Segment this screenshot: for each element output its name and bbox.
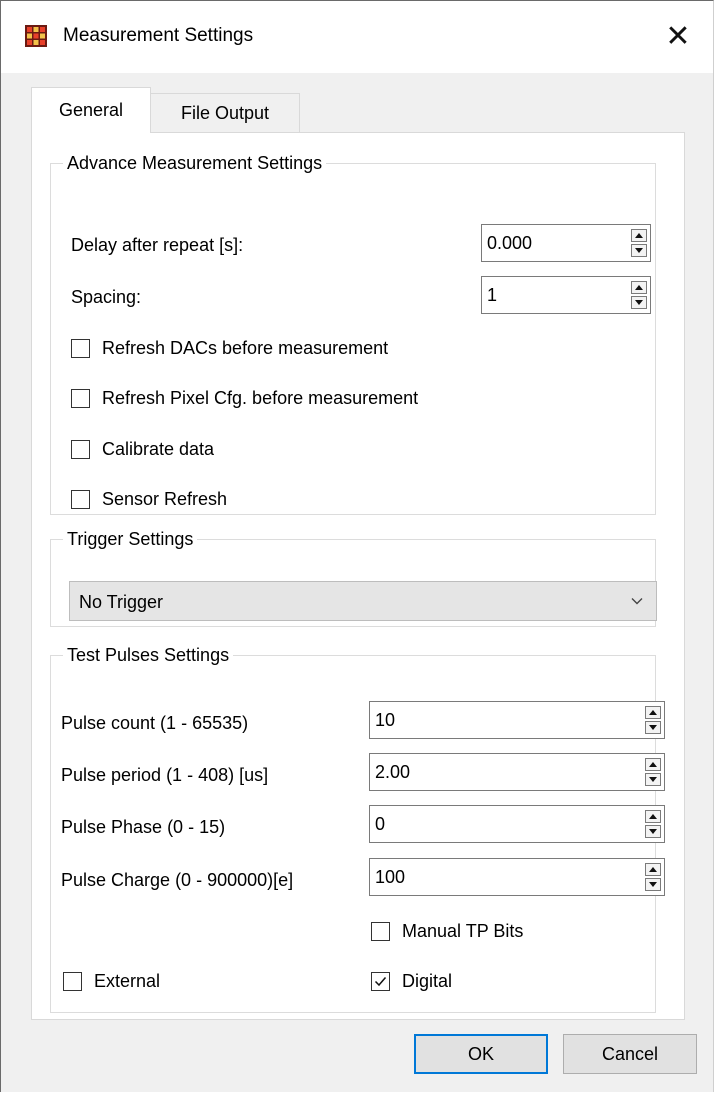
external-checkbox[interactable]: External (63, 971, 160, 992)
chevron-down-icon (631, 598, 643, 605)
advance-measurement-group: Advance Measurement Settings Delay after… (50, 153, 656, 515)
pulse-charge-spinbox[interactable]: 100 (369, 858, 665, 896)
window-title: Measurement Settings (63, 25, 254, 46)
refresh-pixel-cfg-checkbox[interactable]: Refresh Pixel Cfg. before measurement (71, 388, 418, 409)
arrow-down-icon (649, 777, 657, 782)
calibrate-data-checkbox[interactable]: Calibrate data (71, 439, 214, 460)
pulse-phase-label: Pulse Phase (0 - 15) (61, 817, 226, 837)
spacing-value: 1 (487, 285, 498, 305)
spin-down-button[interactable] (645, 825, 661, 838)
pulse-period-value: 2.00 (375, 762, 411, 782)
refresh-dacs-checkbox[interactable]: Refresh DACs before measurement (71, 338, 388, 359)
spin-up-button[interactable] (645, 810, 661, 823)
manual-tp-bits-checkbox[interactable]: Manual TP Bits (371, 921, 523, 942)
checkbox-label: External (94, 971, 161, 991)
close-icon: ✕ (665, 19, 691, 53)
arrow-down-icon (635, 248, 643, 253)
grid-app-icon (25, 25, 47, 47)
tab-label: File Output (180, 103, 270, 123)
pulse-period-spinbox[interactable]: 2.00 (369, 753, 665, 791)
checkbox-box[interactable] (371, 922, 390, 941)
pulse-phase-spinbox[interactable]: 0 (369, 805, 665, 843)
dialog-window: Measurement Settings ✕ General File Outp… (0, 0, 714, 1092)
checkbox-box[interactable] (71, 389, 90, 408)
spin-up-button[interactable] (645, 758, 661, 771)
arrow-up-icon (649, 762, 657, 767)
checkbox-box[interactable] (371, 972, 390, 991)
checkbox-box[interactable] (71, 440, 90, 459)
pulse-charge-label: Pulse Charge (0 - 900000)[e] (61, 870, 294, 890)
checkbox-label: Sensor Refresh (102, 489, 228, 509)
spin-down-button[interactable] (631, 244, 647, 257)
pulse-count-value: 10 (375, 710, 396, 730)
digital-checkbox[interactable]: Digital (371, 971, 452, 992)
ok-button[interactable]: OK (414, 1034, 548, 1074)
checkbox-label: Refresh Pixel Cfg. before measurement (102, 388, 419, 408)
ok-button-label: OK (467, 1043, 494, 1064)
tab-file-output[interactable]: File Output (150, 93, 300, 133)
pulse-phase-value: 0 (375, 814, 386, 834)
arrow-up-icon (635, 233, 643, 238)
arrow-up-icon (649, 814, 657, 819)
spin-up-button[interactable] (645, 863, 661, 876)
title-bar: Measurement Settings ✕ (1, 1, 713, 73)
tab-label: General (58, 100, 124, 120)
cancel-button-label: Cancel (601, 1043, 659, 1064)
delay-label: Delay after repeat [s]: (71, 235, 244, 255)
trigger-select[interactable]: No Trigger (69, 581, 657, 621)
arrow-up-icon (649, 867, 657, 872)
checkbox-label: Digital (402, 971, 453, 991)
arrow-up-icon (649, 710, 657, 715)
spin-up-button[interactable] (631, 281, 647, 294)
arrow-up-icon (635, 285, 643, 290)
group-title: Trigger Settings (67, 529, 194, 549)
cancel-button[interactable]: Cancel (563, 1034, 697, 1074)
spacing-spinbox[interactable]: 1 (481, 276, 651, 314)
trigger-settings-group: Trigger Settings No Trigger (50, 529, 657, 627)
spin-down-button[interactable] (645, 773, 661, 786)
checkbox-box[interactable] (71, 339, 90, 358)
checkbox-box[interactable] (71, 490, 90, 509)
checkbox-box[interactable] (63, 972, 82, 991)
checkbox-label: Manual TP Bits (402, 921, 524, 941)
pulse-count-label: Pulse count (1 - 65535) (61, 713, 249, 733)
checkbox-label: Calibrate data (102, 439, 215, 459)
pulse-count-spinbox[interactable]: 10 (369, 701, 665, 739)
trigger-selected-value: No Trigger (79, 592, 164, 612)
arrow-down-icon (649, 725, 657, 730)
spin-up-button[interactable] (645, 706, 661, 719)
checkbox-label: Refresh DACs before measurement (102, 338, 389, 358)
spin-down-button[interactable] (645, 878, 661, 891)
arrow-down-icon (635, 300, 643, 305)
pulse-period-label: Pulse period (1 - 408) [us] (61, 765, 269, 785)
tab-general[interactable]: General (31, 87, 151, 133)
group-title: Advance Measurement Settings (67, 153, 323, 173)
arrow-down-icon (649, 882, 657, 887)
arrow-down-icon (649, 829, 657, 834)
group-title: Test Pulses Settings (67, 645, 230, 665)
delay-value: 0.000 (487, 233, 533, 253)
delay-spinbox[interactable]: 0.000 (481, 224, 651, 262)
checkmark-icon (374, 977, 387, 987)
spin-down-button[interactable] (631, 296, 647, 309)
spin-down-button[interactable] (645, 721, 661, 734)
spin-up-button[interactable] (631, 229, 647, 242)
sensor-refresh-checkbox[interactable]: Sensor Refresh (71, 489, 227, 510)
pulse-charge-value: 100 (375, 867, 406, 887)
close-button[interactable]: ✕ (643, 1, 713, 71)
general-tab-panel: Advance Measurement Settings Delay after… (31, 132, 685, 1020)
spacing-label: Spacing: (71, 287, 142, 307)
test-pulses-group: Test Pulses Settings Pulse count (1 - 65… (50, 645, 665, 1013)
